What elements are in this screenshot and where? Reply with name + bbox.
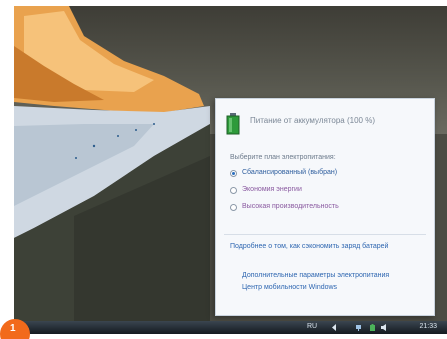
plan-option-label: Сбалансированный (выбран) bbox=[242, 169, 338, 176]
mobility-center-link[interactable]: Центр мобильности Windows bbox=[242, 283, 337, 293]
flyout-header: Питание от аккумулятора (100 %) bbox=[226, 113, 426, 139]
plan-option-high-performance[interactable]: Высокая производительность bbox=[230, 203, 430, 215]
battery-icon bbox=[226, 113, 240, 135]
language-indicator[interactable]: RU bbox=[307, 323, 317, 330]
volume-icon[interactable] bbox=[381, 324, 388, 331]
radio-unselected-icon[interactable] bbox=[230, 187, 237, 194]
plan-option-balanced[interactable]: Сбалансированный (выбран) bbox=[230, 169, 430, 181]
tray-arrow-icon[interactable] bbox=[331, 324, 338, 331]
battery-status-title: Питание от аккумулятора (100 %) bbox=[250, 116, 375, 125]
taskbar: RU 21:33 bbox=[14, 321, 447, 334]
radio-unselected-icon[interactable] bbox=[230, 204, 237, 211]
radio-selected-icon[interactable] bbox=[230, 170, 237, 177]
plan-section-label: Выберите план электропитания: bbox=[230, 154, 336, 161]
system-tray: RU 21:33 bbox=[303, 321, 443, 334]
flyout-divider bbox=[224, 234, 426, 235]
plan-option-label: Экономия энергии bbox=[242, 186, 302, 193]
battery-tips-link[interactable]: Подробнее о том, как сэкономить заряд ба… bbox=[230, 242, 426, 252]
plan-option-power-saver[interactable]: Экономия энергии bbox=[230, 186, 430, 198]
desktop-screen: Питание от аккумулятора (100 %) Выберите… bbox=[14, 6, 447, 334]
plan-option-label: Высокая производительность bbox=[242, 203, 339, 210]
network-icon[interactable] bbox=[355, 324, 362, 331]
battery-tray-icon[interactable] bbox=[369, 324, 376, 331]
power-options-link[interactable]: Дополнительные параметры электропитания bbox=[242, 271, 389, 281]
power-flyout: Питание от аккумулятора (100 %) Выберите… bbox=[215, 98, 435, 316]
clock[interactable]: 21:33 bbox=[419, 323, 437, 330]
step-number: 1 bbox=[10, 323, 16, 334]
